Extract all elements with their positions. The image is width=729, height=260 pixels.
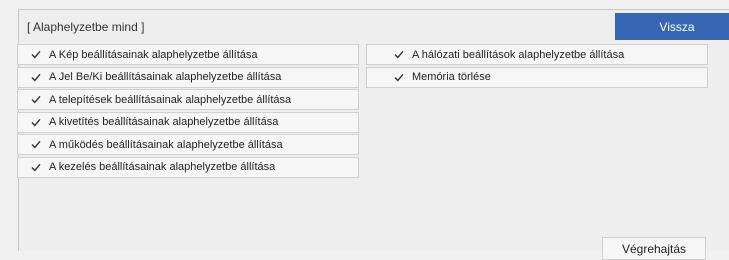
check-icon: [31, 95, 41, 105]
reset-item-label: A hálózati beállítások alaphelyzetbe áll…: [412, 48, 625, 61]
check-icon: [31, 140, 41, 150]
reset-item-management[interactable]: A kezelés beállításainak alaphelyzetbe á…: [17, 156, 359, 178]
page-title: [ Alaphelyzetbe mind ]: [27, 20, 145, 34]
check-icon: [31, 117, 41, 127]
reset-item-label: A telepítések beállításainak alaphelyzet…: [49, 93, 292, 106]
reset-item-network[interactable]: A hálózati beállítások alaphelyzetbe áll…: [366, 44, 708, 65]
check-icon: [394, 50, 404, 60]
back-button[interactable]: Vissza: [615, 13, 729, 40]
reset-item-memory[interactable]: Memória törlése: [366, 66, 708, 88]
reset-item-label: Memória törlése: [412, 71, 491, 83]
reset-item-label: A kezelés beállításainak alaphelyzetbe á…: [49, 161, 276, 173]
check-icon: [394, 72, 404, 82]
reset-item-picture[interactable]: A Kép beállításainak alaphelyzetbe állít…: [17, 44, 359, 65]
reset-item-projection[interactable]: A kivetítés beállításainak alaphelyzetbe…: [17, 111, 359, 133]
reset-item-label: A működés beállításainak alaphelyzetbe á…: [49, 138, 283, 151]
reset-item-signal[interactable]: A Jel Be/Ki beállításainak alaphelyzetbe…: [17, 66, 359, 88]
execute-button[interactable]: Végrehajtás: [602, 237, 706, 260]
reset-item-installation[interactable]: A telepítések beállításainak alaphelyzet…: [17, 89, 359, 110]
check-icon: [31, 72, 41, 82]
reset-item-operation[interactable]: A működés beállításainak alaphelyzetbe á…: [17, 134, 359, 155]
reset-item-label: A Kép beállításainak alaphelyzetbe állít…: [49, 48, 258, 61]
check-icon: [31, 162, 41, 172]
reset-item-label: A Jel Be/Ki beállításainak alaphelyzetbe…: [49, 71, 282, 83]
check-icon: [31, 50, 41, 60]
right-reset-list: A hálózati beállítások alaphelyzetbe áll…: [366, 44, 708, 89]
reset-item-label: A kivetítés beállításainak alaphelyzetbe…: [49, 116, 279, 128]
left-reset-list: A Kép beállításainak alaphelyzetbe állít…: [17, 44, 359, 179]
